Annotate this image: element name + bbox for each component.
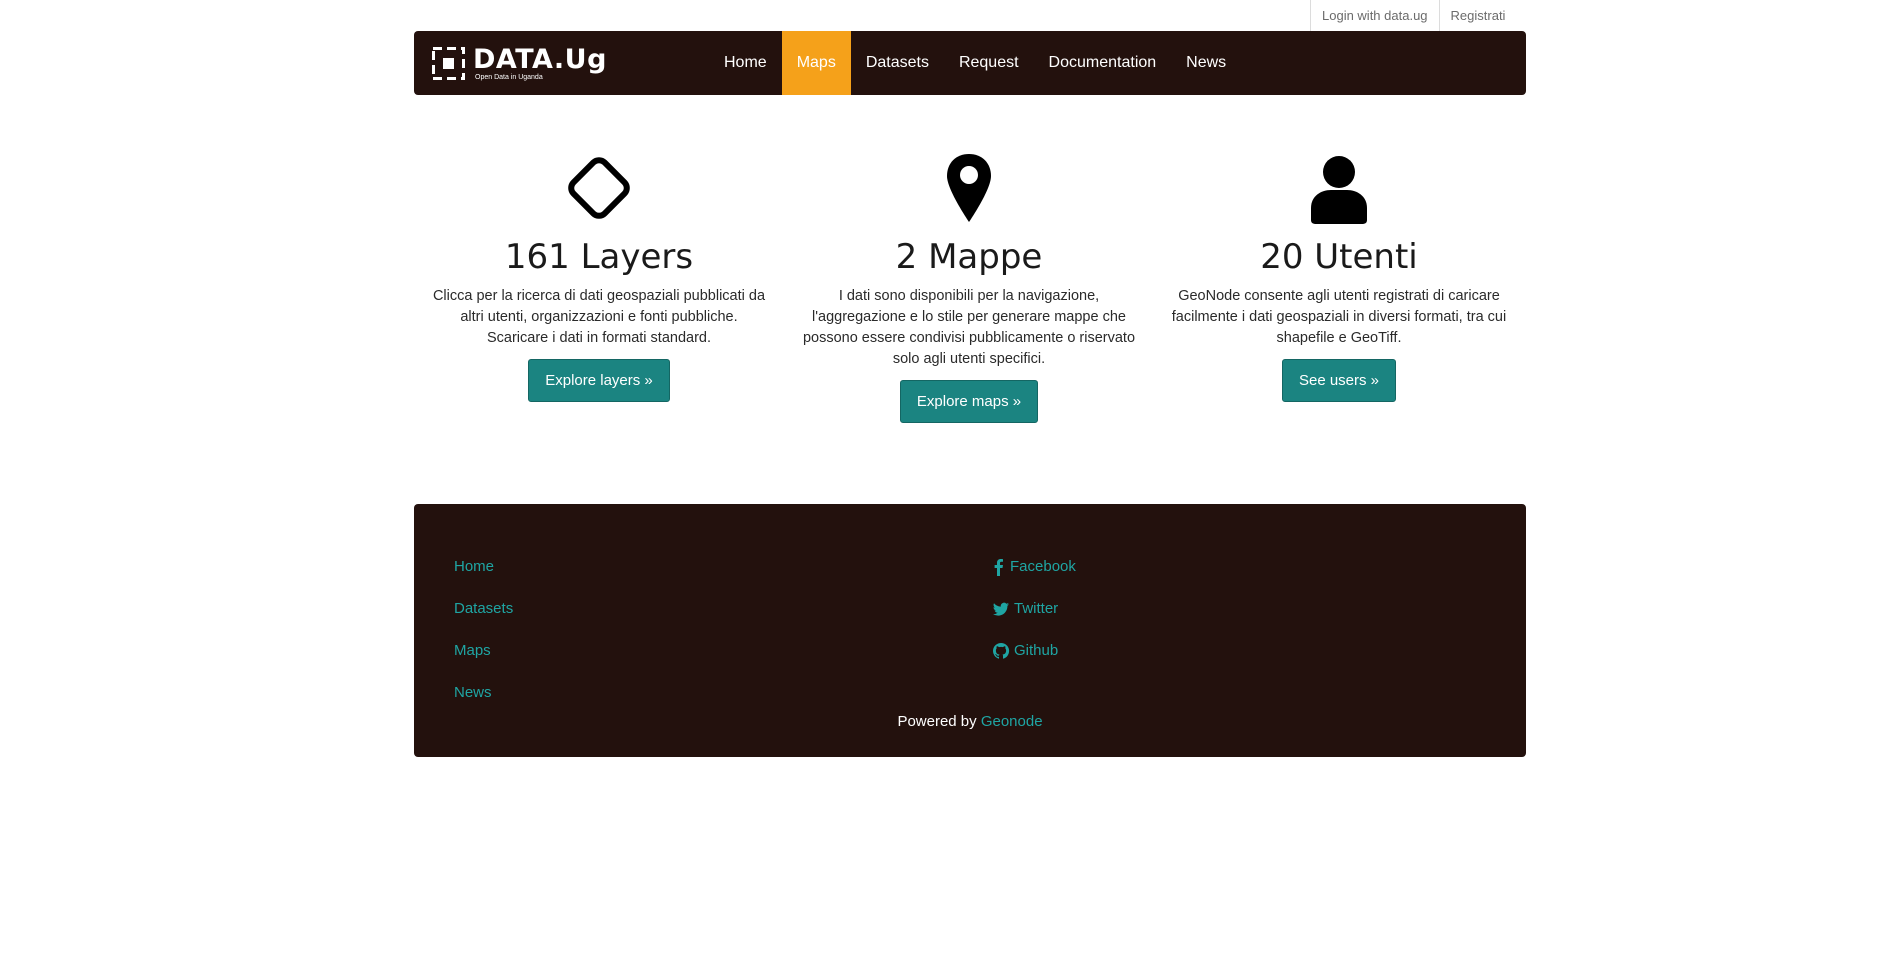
navbar: DATA.Ug Open Data in Uganda Home Maps Da… — [414, 31, 1526, 95]
powered-by: Powered by Geonode — [414, 713, 1526, 730]
facebook-label: Facebook — [1010, 558, 1076, 575]
map-marker-icon — [947, 154, 991, 222]
github-icon — [992, 642, 1010, 659]
facebook-link[interactable]: Facebook — [992, 558, 1076, 600]
powered-by-text: Powered by — [897, 713, 977, 730]
github-link[interactable]: Github — [992, 642, 1076, 684]
maps-count-title: 2 Mappe — [895, 237, 1043, 277]
layers-description: Clicca per la ricerca di dati geospazial… — [432, 288, 766, 346]
maps-description: I dati sono disponibili per la navigazio… — [802, 288, 1136, 367]
geonode-link[interactable]: Geonode — [981, 713, 1043, 730]
feature-maps: 2 Mappe I dati sono disponibili per la n… — [784, 148, 1154, 423]
footer-links: Home Datasets Maps News — [454, 558, 513, 726]
feature-users: 20 Utenti GeoNode consente agli utenti r… — [1154, 148, 1524, 423]
brand-logo[interactable]: DATA.Ug Open Data in Uganda — [432, 45, 607, 81]
feature-section: 161 Layers Clicca per la ricerca di dati… — [414, 148, 1526, 423]
brand-name: DATA.Ug — [473, 43, 607, 75]
users-count-title: 20 Utenti — [1260, 237, 1418, 277]
diamond-icon — [568, 157, 630, 219]
feature-layers: 161 Layers Clicca per la ricerca di dati… — [414, 148, 784, 423]
login-link[interactable]: Login with data.ug — [1310, 0, 1439, 31]
nav-request[interactable]: Request — [944, 31, 1034, 95]
footer-link-datasets[interactable]: Datasets — [454, 600, 513, 642]
register-link[interactable]: Registrati — [1438, 0, 1531, 31]
explore-maps-button[interactable]: Explore maps » — [899, 380, 1039, 423]
nav-datasets[interactable]: Datasets — [851, 31, 944, 95]
footer-link-home[interactable]: Home — [454, 558, 513, 600]
see-users-button[interactable]: See users » — [1281, 359, 1397, 402]
nav-news[interactable]: News — [1171, 31, 1241, 95]
main-nav: Home Maps Datasets Request Documentation… — [709, 31, 1241, 95]
nav-maps[interactable]: Maps — [781, 31, 851, 95]
nav-documentation[interactable]: Documentation — [1034, 31, 1172, 95]
user-icon — [1311, 156, 1367, 224]
twitter-link[interactable]: Twitter — [992, 600, 1076, 642]
twitter-icon — [993, 602, 1009, 616]
footer-link-maps[interactable]: Maps — [454, 642, 513, 684]
footer: Home Datasets Maps News Facebook Twitter… — [414, 504, 1526, 757]
auth-bar: Login with data.ug Registrati — [1310, 0, 1530, 31]
logo-mark-icon — [432, 46, 465, 80]
users-description: GeoNode consente agli utenti registrati … — [1171, 288, 1507, 346]
explore-layers-button[interactable]: Explore layers » — [528, 359, 670, 402]
twitter-label: Twitter — [1014, 600, 1059, 617]
footer-social: Facebook Twitter Github — [992, 558, 1076, 684]
brand-tagline: Open Data in Uganda — [475, 73, 543, 81]
nav-home[interactable]: Home — [709, 31, 782, 95]
facebook-icon — [994, 559, 1003, 576]
github-label: Github — [1014, 642, 1059, 659]
layers-count-title: 161 Layers — [504, 237, 694, 277]
